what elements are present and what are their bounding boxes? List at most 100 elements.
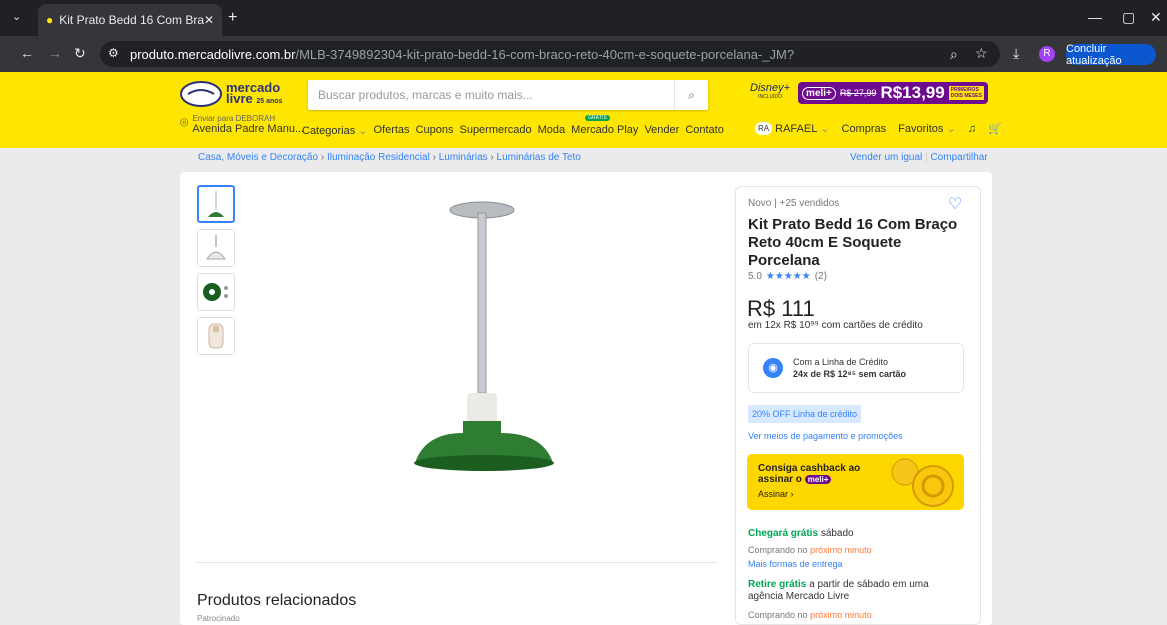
- bookmark-star-icon[interactable]: ☆: [975, 45, 988, 62]
- new-tab-icon[interactable]: +: [228, 9, 237, 27]
- download-icon[interactable]: ⤓: [1013, 45, 1019, 62]
- tab-search-icon[interactable]: ⌄: [12, 10, 21, 23]
- location-pin-icon: ⌾: [180, 114, 189, 130]
- share-link[interactable]: Compartilhar: [930, 152, 987, 163]
- search-input[interactable]: Buscar produtos, marcas e muito mais... …: [308, 80, 708, 110]
- price: R$ 111: [747, 296, 815, 321]
- credit-line-box[interactable]: ◉ Com a Linha de Crédito 24x de R$ 12⁸⁵ …: [748, 343, 964, 393]
- user-name: RAFAEL: [775, 122, 818, 135]
- breadcrumb-item[interactable]: Casa, Móveis e Decoração: [198, 152, 318, 163]
- condition-text: Novo | +25 vendidos: [748, 198, 840, 209]
- breadcrumb-item[interactable]: Iluminação Residencial: [327, 152, 430, 163]
- credit-terms: 24x de R$ 12⁸⁵ sem cartão: [793, 369, 907, 379]
- user-avatar: RA: [755, 122, 773, 135]
- breadcrumb-item[interactable]: Luminárias: [439, 152, 488, 163]
- shipping-title: Chegará grátis sábado: [748, 528, 854, 539]
- thumbnail-3[interactable]: [197, 273, 235, 311]
- review-count: (2): [814, 271, 827, 282]
- rating-stars-icon: ★★★★★: [765, 271, 811, 282]
- credit-line-label: Com a Linha de Crédito: [793, 357, 889, 367]
- lamp-thumb-icon: [208, 191, 224, 217]
- breadcrumb-item[interactable]: Luminárias de Teto: [497, 152, 581, 163]
- rating-value: 5.0: [748, 271, 762, 282]
- user-account[interactable]: RA RAFAEL ⌄: [755, 122, 830, 135]
- socket-thumb-icon: [208, 323, 224, 349]
- back-icon[interactable]: ←: [20, 45, 34, 61]
- tab-title: Kit Prato Bedd 16 Com Braço Re: [59, 13, 204, 27]
- close-window-icon[interactable]: ✕: [1150, 9, 1162, 26]
- divider: [197, 562, 717, 563]
- thumbnail-1[interactable]: [197, 185, 235, 223]
- forward-icon[interactable]: →: [48, 45, 62, 61]
- promo-old-price: R$ 27,99: [839, 88, 877, 98]
- pickup-text: Retire grátis a partir de sábado em uma …: [748, 579, 929, 602]
- gratis-badge: GRÁTIS: [585, 115, 610, 121]
- heart-icon[interactable]: ♡: [948, 194, 962, 214]
- url-path: /MLB-3749892304-kit-prato-bedd-16-com-br…: [295, 46, 795, 62]
- shipping-cutoff: Comprando no próximo minuto: [748, 545, 872, 555]
- lamp-white-thumb-icon: [206, 235, 226, 260]
- meli-plus-promo[interactable]: Disney+ INCLUÍDO meli+ R$ 27,99 R$13,99 …: [750, 80, 990, 106]
- search-icon[interactable]: ⌕: [674, 80, 708, 110]
- main-nav: Categorias ⌄ Ofertas Cupons Supermercado…: [302, 115, 724, 137]
- cart-icon[interactable]: 🛒: [988, 122, 1002, 135]
- logo-line2: livre: [226, 90, 253, 106]
- browser-tab[interactable]: ● Kit Prato Bedd 16 Com Braço Re ✕: [38, 4, 222, 36]
- cashback-banner[interactable]: Consiga cashback ao assinar o meli+ Assi…: [747, 454, 964, 510]
- disney-included: INCLUÍDO: [758, 94, 782, 100]
- product-lamp-image: [414, 201, 554, 471]
- credit-card-icon: ◉: [763, 358, 783, 378]
- nav-categorias[interactable]: Categorias ⌄: [302, 124, 367, 137]
- cashback-meli-badge: meli+: [804, 475, 832, 484]
- meli-plus-badge: meli+: [802, 86, 836, 100]
- promo-tag2: DOIS MESES: [950, 93, 982, 99]
- maximize-icon[interactable]: ▢: [1122, 9, 1135, 26]
- site-info-icon[interactable]: ⚙: [108, 46, 119, 60]
- related-title: Produtos relacionados: [197, 592, 357, 609]
- delivery-location[interactable]: ⌾ Enviar para DEBORAH Avenida Padre Manu…: [180, 114, 305, 135]
- bell-icon[interactable]: ♫: [968, 123, 976, 135]
- compras-link[interactable]: Compras: [842, 123, 887, 135]
- nav-mercado-play[interactable]: GRÁTIS Mercado Play: [571, 115, 638, 137]
- thumbnail-2[interactable]: [197, 229, 235, 267]
- minimize-icon[interactable]: —: [1088, 9, 1102, 25]
- user-menu: RA RAFAEL ⌄ Compras Favoritos ⌄ ♫ 🛒: [755, 122, 1002, 135]
- handshake-logo-icon: [180, 81, 222, 107]
- url-field[interactable]: produto.mercadolivre.com.br/MLB-37498923…: [100, 41, 1000, 67]
- mercadolivre-logo[interactable]: mercado livre 25 anos: [180, 80, 300, 108]
- subscribe-link[interactable]: Assinar ›: [758, 489, 794, 499]
- close-icon[interactable]: ✕: [204, 13, 214, 27]
- nav-contato[interactable]: Contato: [685, 124, 724, 137]
- reload-icon[interactable]: ↻: [74, 45, 86, 62]
- parts-thumb-icon: [203, 283, 228, 301]
- sell-same-link[interactable]: Vender um igual: [850, 152, 922, 163]
- share-links: Vender um igual | Compartilhar: [850, 152, 988, 163]
- product-title: Kit Prato Bedd 16 Com Braço Reto 40cm E …: [748, 216, 958, 269]
- coins-icon: [891, 458, 954, 507]
- discount-badge: 20% OFF Linha de crédito: [748, 405, 862, 423]
- rating-row[interactable]: 5.0 ★★★★★ (2): [748, 271, 827, 282]
- zoom-icon[interactable]: ⌕: [950, 46, 958, 63]
- nav-cupons[interactable]: Cupons: [416, 124, 454, 137]
- search-placeholder: Buscar produtos, marcas e muito mais...: [318, 88, 533, 102]
- nav-moda[interactable]: Moda: [538, 124, 566, 137]
- delivery-address: Avenida Padre Manu...: [192, 123, 305, 135]
- nav-supermercado[interactable]: Supermercado: [459, 124, 531, 137]
- promo-new-price: R$13,99: [880, 83, 945, 102]
- url-host: produto.mercadolivre.com.br: [130, 46, 296, 62]
- profile-avatar[interactable]: R: [1039, 46, 1055, 62]
- sponsored-label: Patrocinado: [197, 614, 240, 623]
- logo-badge: 25 anos: [256, 97, 283, 105]
- pickup-cutoff: Comprando no próximo minuto: [748, 610, 872, 620]
- favicon-icon: ●: [46, 13, 54, 27]
- breadcrumb: Casa, Móveis e Decoração › Iluminação Re…: [198, 152, 581, 163]
- payment-methods-link[interactable]: Ver meios de pagamento e promoções: [748, 431, 903, 441]
- nav-vender[interactable]: Vender: [644, 124, 679, 137]
- update-button[interactable]: Concluir atualização: [1066, 43, 1156, 67]
- nav-ofertas[interactable]: Ofertas: [373, 124, 409, 137]
- favoritos-link[interactable]: Favoritos ⌄: [898, 122, 956, 135]
- disney-logo: Disney+: [750, 82, 791, 94]
- more-shipping-link[interactable]: Mais formas de entrega: [748, 559, 843, 569]
- installments: em 12x R$ 10⁹⁹ com cartões de crédito: [748, 320, 923, 331]
- thumbnail-4[interactable]: [197, 317, 235, 355]
